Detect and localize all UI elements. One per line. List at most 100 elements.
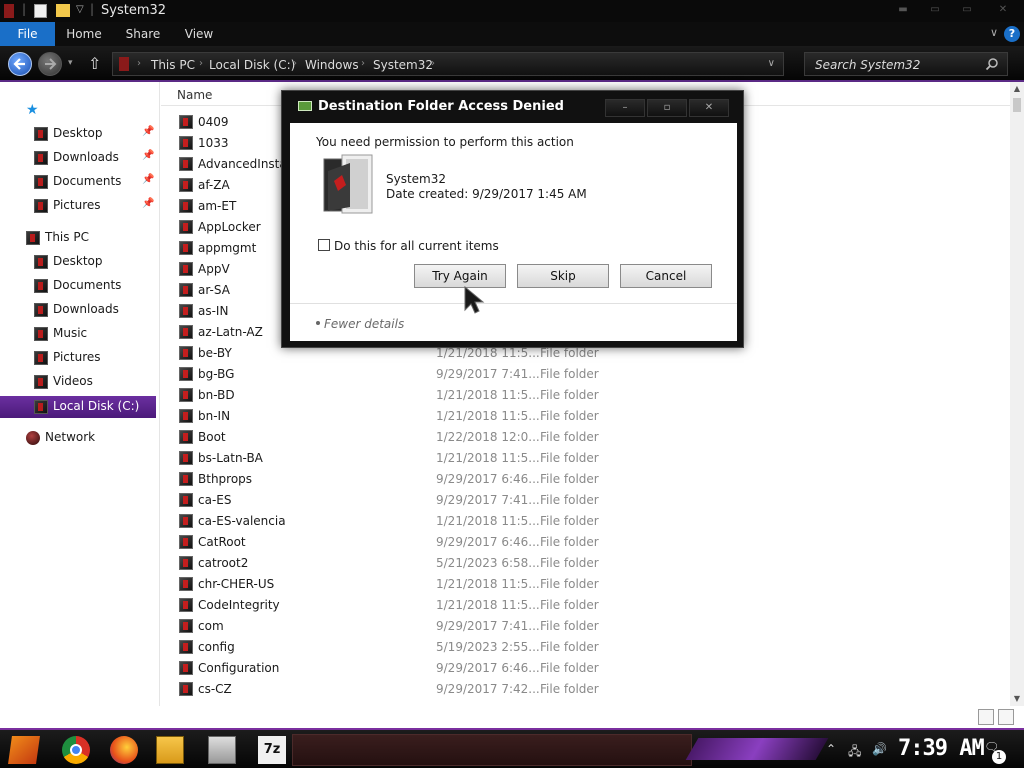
- large-icons-view-icon[interactable]: [998, 709, 1014, 725]
- file-name: AppV: [198, 262, 230, 276]
- breadcrumb-this-pc[interactable]: This PC: [151, 58, 195, 72]
- tab-file[interactable]: File: [0, 22, 55, 46]
- address-bar[interactable]: › This PC › Local Disk (C:) › Windows › …: [112, 52, 784, 76]
- dialog-close-button[interactable]: ✕: [689, 99, 729, 117]
- breadcrumb-separator[interactable]: ›: [431, 58, 435, 69]
- pin-icon[interactable]: 📌: [142, 126, 154, 137]
- table-row[interactable]: chr-CHER-US 1/21/2018 11:5... File folder: [161, 574, 1010, 595]
- dialog-minimize-button[interactable]: –: [605, 99, 645, 117]
- music-icon: [34, 327, 48, 341]
- scroll-thumb[interactable]: [1013, 98, 1021, 112]
- up-arrow-icon[interactable]: ⇧: [88, 54, 101, 73]
- search-box[interactable]: Search System32: [804, 52, 1008, 76]
- scroll-down-button[interactable]: ▼: [1010, 692, 1024, 706]
- pin-icon[interactable]: 📌: [142, 174, 154, 185]
- minimize-button[interactable]: ▬: [896, 4, 910, 16]
- table-row[interactable]: bn-IN 1/21/2018 11:5... File folder: [161, 406, 1010, 427]
- table-row[interactable]: Bthprops 9/29/2017 6:46... File folder: [161, 469, 1010, 490]
- table-row[interactable]: ca-ES-valencia 1/21/2018 11:5... File fold…: [161, 511, 1010, 532]
- firefox-icon[interactable]: [110, 736, 138, 764]
- date-modified: 1/21/2018 11:5...: [436, 451, 540, 465]
- properties-icon[interactable]: [34, 4, 47, 18]
- apply-to-all-checkbox[interactable]: [318, 239, 330, 251]
- sidebar-item-quick-access[interactable]: ★: [0, 100, 156, 122]
- volume-icon[interactable]: 🔊: [872, 742, 887, 756]
- breadcrumb-separator[interactable]: ›: [293, 58, 297, 69]
- breadcrumb-separator[interactable]: ›: [137, 58, 141, 69]
- table-row[interactable]: bs-Latn-BA 1/21/2018 11:5... File folder: [161, 448, 1010, 469]
- sidebar-item-videos[interactable]: Videos: [0, 371, 156, 393]
- tab-share[interactable]: Share: [118, 22, 168, 46]
- table-row[interactable]: cs-CZ 9/29/2017 7:42... File folder: [161, 679, 1010, 700]
- apply-to-all-label[interactable]: Do this for all current items: [334, 239, 499, 253]
- dialog-maximize-button[interactable]: ▫: [647, 99, 687, 117]
- taskbar-running-area[interactable]: [292, 734, 692, 766]
- sidebar-item-pc-documents[interactable]: Documents: [0, 275, 156, 297]
- sidebar-item-downloads[interactable]: Downloads 📌: [0, 147, 156, 169]
- sidebar-item-pc-desktop[interactable]: Desktop: [0, 251, 156, 273]
- sidebar-item-music[interactable]: Music: [0, 323, 156, 345]
- sidebar-item-documents[interactable]: Documents 📌: [0, 171, 156, 193]
- pin-icon[interactable]: 📌: [142, 150, 154, 161]
- chrome-icon[interactable]: [62, 736, 90, 764]
- breadcrumb-local-disk[interactable]: Local Disk (C:): [209, 58, 295, 72]
- folder-icon: [179, 178, 193, 192]
- notification-badge: 1: [992, 750, 1006, 764]
- column-header-name[interactable]: Name: [177, 88, 212, 102]
- scroll-up-button[interactable]: ▲: [1010, 82, 1024, 96]
- breadcrumb-separator[interactable]: ›: [361, 58, 365, 69]
- try-again-button[interactable]: Try Again: [414, 264, 506, 288]
- table-row[interactable]: catroot2 5/21/2023 6:58... File folder: [161, 553, 1010, 574]
- help-icon[interactable]: ?: [1004, 26, 1020, 42]
- search-icon[interactable]: [985, 57, 999, 71]
- restore-button[interactable]: ▭: [960, 4, 974, 16]
- cancel-button[interactable]: Cancel: [620, 264, 712, 288]
- sidebar-item-desktop[interactable]: Desktop 📌: [0, 123, 156, 145]
- table-row[interactable]: Configuration 9/29/2017 6:46... File folde…: [161, 658, 1010, 679]
- table-row[interactable]: bn-BD 1/21/2018 11:5... File folder: [161, 385, 1010, 406]
- details-view-icon[interactable]: [978, 709, 994, 725]
- table-row[interactable]: config 5/19/2023 2:55... File folder: [161, 637, 1010, 658]
- table-row[interactable]: CodeIntegrity 1/21/2018 11:5... File folde…: [161, 595, 1010, 616]
- close-button[interactable]: ✕: [996, 4, 1010, 16]
- table-row[interactable]: com 9/29/2017 7:41... File folder: [161, 616, 1010, 637]
- tab-home[interactable]: Home: [60, 22, 108, 46]
- file-explorer-icon[interactable]: [156, 736, 184, 764]
- folder-icon: [179, 367, 193, 381]
- breadcrumb-separator[interactable]: ›: [199, 58, 203, 69]
- table-row[interactable]: ca-ES 9/29/2017 7:41... File folder: [161, 490, 1010, 511]
- sidebar-item-local-disk[interactable]: Local Disk (C:): [0, 396, 156, 418]
- sidebar-item-label: Downloads: [53, 302, 119, 316]
- image-viewer-icon[interactable]: [208, 736, 236, 764]
- sidebar-item-pictures[interactable]: Pictures 📌: [0, 195, 156, 217]
- 7zip-icon[interactable]: 7z: [258, 736, 286, 764]
- maximize-button[interactable]: ▭: [928, 4, 942, 16]
- breadcrumb-windows[interactable]: Windows: [305, 58, 359, 72]
- expand-ribbon-icon[interactable]: ∨: [990, 26, 998, 39]
- sidebar-item-network[interactable]: Network: [0, 427, 156, 449]
- start-button[interactable]: [8, 736, 40, 764]
- network-status-icon[interactable]: 🖧: [848, 742, 861, 763]
- table-row[interactable]: CatRoot 9/29/2017 6:46... File folder: [161, 532, 1010, 553]
- new-folder-icon[interactable]: [56, 4, 70, 17]
- pin-icon[interactable]: 📌: [142, 198, 154, 209]
- table-row[interactable]: Boot 1/22/2018 12:0... File folder: [161, 427, 1010, 448]
- sidebar-item-this-pc[interactable]: This PC: [0, 227, 156, 249]
- sidebar-item-pc-pictures[interactable]: Pictures: [0, 347, 156, 369]
- customize-toolbar-icon[interactable]: ▽: [76, 4, 84, 20]
- table-row[interactable]: bg-BG 9/29/2017 7:41... File folder: [161, 364, 1010, 385]
- tab-view[interactable]: View: [176, 22, 222, 46]
- forward-button[interactable]: [38, 52, 62, 76]
- skip-button[interactable]: Skip: [517, 264, 609, 288]
- vertical-scrollbar[interactable]: ▲ ▼: [1010, 82, 1024, 706]
- sidebar-item-pc-downloads[interactable]: Downloads: [0, 299, 156, 321]
- breadcrumb-system32[interactable]: System32: [373, 58, 433, 72]
- folder-icon: [179, 430, 193, 444]
- search-input[interactable]: Search System32: [815, 58, 920, 72]
- show-hidden-icons-icon[interactable]: ⌃: [826, 742, 836, 756]
- clock[interactable]: 7:39 AM: [898, 736, 985, 761]
- fewer-details-link[interactable]: Fewer details: [324, 317, 404, 331]
- address-dropdown-icon[interactable]: ∨: [768, 58, 775, 69]
- back-button[interactable]: [8, 52, 32, 76]
- recent-locations-icon[interactable]: ▾: [68, 58, 73, 68]
